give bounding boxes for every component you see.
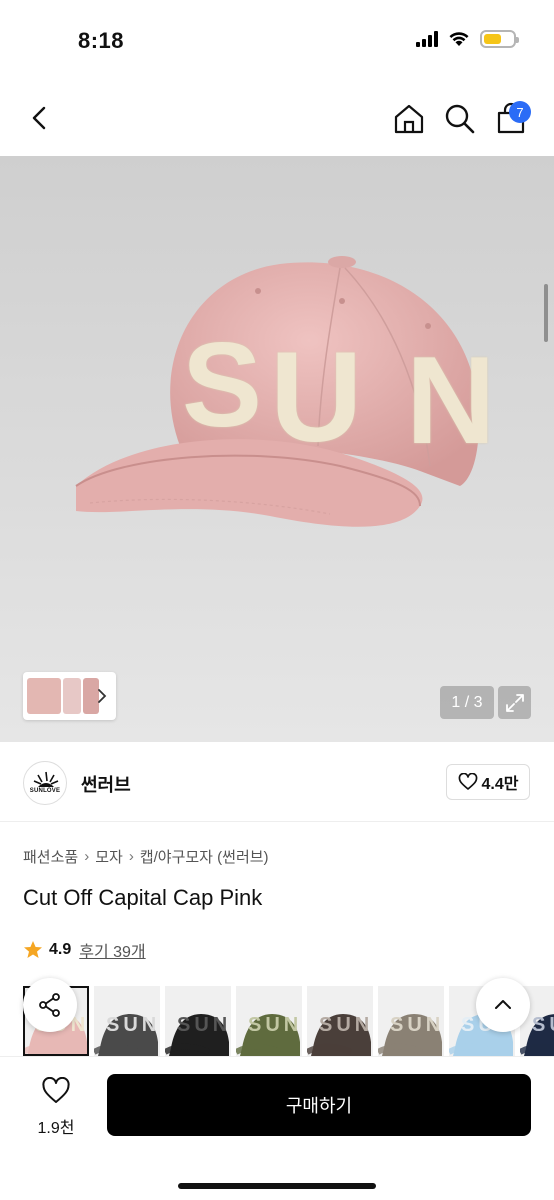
- battery-icon: [480, 30, 519, 48]
- cap-letter-n: N: [406, 332, 496, 470]
- expand-icon: [505, 693, 524, 712]
- cart-count-badge: 7: [509, 101, 531, 123]
- review-count-link[interactable]: 후기 39개: [79, 938, 145, 962]
- brand-like-count: 4.4만: [481, 776, 519, 793]
- color-option-swatch[interactable]: SUN: [376, 986, 445, 1056]
- cap-letter-u: U: [270, 326, 363, 469]
- cap-thumbnail-label: SUN: [390, 1014, 445, 1036]
- home-indicator[interactable]: [178, 1183, 376, 1189]
- status-time: 8:18: [78, 28, 125, 53]
- chevron-right-icon[interactable]: [96, 687, 108, 705]
- top-nav-bar: [0, 80, 554, 156]
- color-option-swatch[interactable]: SUN: [234, 986, 303, 1056]
- thumbnail-2[interactable]: [63, 678, 81, 714]
- brand-name[interactable]: 썬러브: [81, 771, 131, 797]
- sun-logo-icon: [33, 771, 59, 787]
- cap-thumbnail-label: SUN: [532, 1014, 554, 1036]
- cap-patch-letters: S U N: [182, 306, 496, 470]
- wifi-icon: [449, 32, 469, 46]
- cellular-signal-icon: [416, 31, 438, 47]
- wishlist-button[interactable]: 1.9천: [24, 1076, 88, 1138]
- home-icon[interactable]: [392, 102, 426, 136]
- breadcrumb-item-1[interactable]: 패션소품: [23, 846, 78, 867]
- brand-like-button[interactable]: 4.4만: [446, 764, 530, 800]
- buy-button[interactable]: 구매하기: [107, 1074, 531, 1136]
- share-icon: [39, 993, 60, 1017]
- cap-thumbnail-label: SUN: [177, 1014, 232, 1036]
- breadcrumb-separator-icon: ›: [128, 848, 134, 865]
- color-option-row: SUNSUNSUNSUNSUNSUNSUNSUN: [23, 986, 554, 1056]
- thumbnail-1[interactable]: [27, 678, 61, 714]
- color-option-swatch[interactable]: SUN: [305, 986, 374, 1056]
- heart-icon: [458, 773, 477, 790]
- share-button[interactable]: [23, 978, 77, 1032]
- image-page-counter: 1 / 3: [440, 686, 494, 719]
- color-option-swatch[interactable]: SUN: [163, 986, 232, 1056]
- rating-row: 4.9 후기 39개: [23, 938, 146, 962]
- wishlist-count: 1.9천: [37, 1120, 75, 1137]
- breadcrumb-item-3[interactable]: 캡/야구모자 (썬러브): [140, 846, 269, 867]
- breadcrumb-separator-icon: ›: [84, 848, 90, 865]
- heart-icon: [42, 1076, 70, 1103]
- breadcrumb-item-2[interactable]: 모자: [95, 846, 123, 867]
- back-arrow-icon[interactable]: [24, 102, 56, 134]
- cap-thumbnail-label: SUN: [106, 1014, 161, 1036]
- cap-thumbnail-label: SUN: [319, 1014, 374, 1036]
- color-option-swatch[interactable]: SUN: [92, 986, 161, 1056]
- cap-thumbnail-label: SUN: [248, 1014, 303, 1036]
- status-icons: [416, 30, 519, 48]
- brand-row: SUNLOVE 썬러브 4.4만: [0, 742, 554, 822]
- product-title: Cut Off Capital Cap Pink: [23, 885, 263, 910]
- bottom-purchase-bar: 1.9천 구매하기: [0, 1056, 554, 1200]
- scrollbar[interactable]: [544, 284, 548, 342]
- scroll-to-top-button[interactable]: [476, 978, 530, 1032]
- status-bar: 8:18: [0, 0, 554, 80]
- search-icon[interactable]: [443, 102, 477, 136]
- brand-logo[interactable]: SUNLOVE: [23, 761, 67, 805]
- cap-letter-s: S: [182, 318, 263, 452]
- breadcrumb: 패션소품 › 모자 › 캡/야구모자 (썬러브): [23, 846, 269, 867]
- star-icon: [24, 941, 42, 958]
- product-image-gallery[interactable]: S U N: [0, 156, 554, 742]
- chevron-up-icon: [495, 1000, 511, 1009]
- expand-image-button[interactable]: [498, 686, 531, 719]
- image-thumbnail-strip[interactable]: [23, 672, 116, 720]
- brand-logo-text: SUNLOVE: [29, 788, 61, 794]
- rating-value: 4.9: [49, 941, 72, 958]
